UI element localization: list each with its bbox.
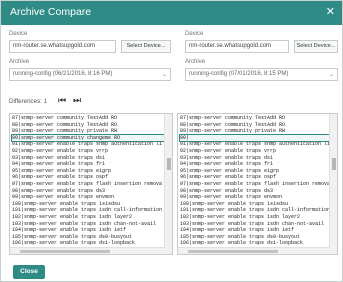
left-hscroll-thumb[interactable] — [20, 250, 110, 253]
code-line: 102|snmp-server enable traps isdn layer2 — [180, 213, 301, 220]
diff-line-highlighted: 90| — [179, 133, 330, 143]
code-line: 102|snmp-server enable traps isdn layer2 — [12, 213, 133, 220]
code-line: 91|snmp-server enable traps snmp authent… — [12, 141, 163, 148]
code-line: 99|snmp-server enable traps envmon — [180, 194, 283, 201]
dialog-title: Archive Compare — [10, 6, 92, 18]
code-line: 100|snmp-server enable traps isisdsu — [12, 200, 121, 207]
code-line: 96|snmp-server enable traps ospf — [180, 174, 277, 181]
right-code-lines: 87|snmp-server community TestAdd RO 88|sn… — [179, 115, 330, 247]
next-difference-icon[interactable]: ⏭ — [73, 95, 81, 106]
code-line: 97|snmp-server enable traps flash insert… — [12, 180, 163, 187]
close-icon[interactable]: ✕ — [326, 5, 335, 18]
chevron-down-icon: ⌄ — [161, 72, 167, 78]
right-archive-value: running-config (07/01/2016, 8:15 PM) — [189, 71, 289, 77]
code-line: 92|snmp-server enable traps vrrp — [180, 147, 277, 154]
code-line: 101|snmp-server enable traps isdn call-i… — [180, 207, 329, 214]
code-line: 93|snmp-server enable traps ds1 — [180, 154, 274, 161]
code-line: 104|snmp-server enable traps isdn ietf — [12, 227, 127, 234]
right-diff-pane[interactable]: 87|snmp-server community TestAdd RO 88|sn… — [177, 113, 338, 255]
left-archive-label: Archive — [9, 59, 30, 65]
left-select-device-button[interactable]: Select Device... — [121, 40, 171, 53]
code-line: 94|snmp-server enable traps fr1 — [180, 161, 274, 168]
code-line: 99|snmp-server enable traps envmon — [12, 194, 115, 201]
archive-compare-dialog: Archive Compare ✕ Device nm-router.se.wh… — [0, 0, 343, 282]
right-device-field[interactable]: nm-router.se.whatsupgold.com — [185, 40, 289, 53]
right-device-label: Device — [185, 31, 204, 37]
code-line: 87|snmp-server community TestAdd RO — [12, 115, 118, 121]
code-line: 103|snmp-server enable traps isdn chan-n… — [180, 220, 325, 227]
left-scroll-thumb[interactable] — [167, 158, 171, 170]
code-line: 95|snmp-server enable traps eigrp — [180, 167, 280, 174]
code-line: 87|snmp-server community TestAdd RO — [180, 115, 286, 121]
differences-count: Differences: 1 — [9, 98, 48, 105]
diff-line-highlighted: 90|snmp-server community changeme RO — [11, 133, 165, 143]
code-line: 97|snmp-server enable traps flash insert… — [180, 180, 329, 187]
code-line: 93|snmp-server enable traps ds1 — [12, 154, 106, 161]
right-vertical-scrollbar[interactable] — [329, 114, 337, 254]
code-line: 94|snmp-server enable traps fr1 — [12, 161, 106, 168]
left-diff-pane[interactable]: 87|snmp-server community TestAdd RO 88|sn… — [9, 113, 173, 255]
first-difference-icon[interactable]: ⏮ — [58, 95, 66, 106]
code-line: 88|snmp-server community TestAdd RO — [180, 121, 286, 128]
left-code-lines: 87|snmp-server community TestAdd RO 88|sn… — [11, 115, 165, 247]
code-line: 106|snmp-server enable traps ds1-loopbac… — [180, 240, 304, 247]
code-line: 105|snmp-server enable traps ds0-busyout — [12, 233, 133, 240]
left-device-label: Device — [9, 31, 28, 37]
code-line: 106|snmp-server enable traps ds1-loopbac… — [12, 240, 136, 247]
code-line: 88|snmp-server community TestAdd RO — [12, 121, 118, 128]
left-archive-select[interactable]: running-config (06/21/2016, 8:16 PM) ⌄ — [9, 68, 171, 81]
code-line: 96|snmp-server enable traps ospf — [12, 174, 109, 181]
code-line: 89|snmp-server community private RW — [180, 128, 286, 135]
code-line: 92|snmp-server enable traps vrrp — [12, 147, 109, 154]
code-line: 101|snmp-server enable traps isdn call-i… — [12, 207, 163, 214]
dialog-titlebar: Archive Compare ✕ — [1, 1, 342, 25]
code-line: 105|snmp-server enable traps ds0-busyout — [180, 233, 301, 240]
code-line: 104|snmp-server enable traps isdn ietf — [180, 227, 295, 234]
left-horizontal-scrollbar[interactable] — [10, 247, 165, 254]
code-line: 98|snmp-server enable traps ds3 — [12, 187, 106, 194]
left-vertical-scrollbar[interactable] — [164, 114, 172, 254]
code-line: 89|snmp-server community private RW — [12, 128, 118, 135]
right-select-device-button[interactable]: Select Device... — [294, 40, 338, 53]
right-hscroll-thumb[interactable] — [188, 250, 278, 253]
close-button[interactable]: Close — [13, 265, 45, 279]
code-line: 100|snmp-server enable traps isisdsu — [180, 200, 289, 207]
code-line: 98|snmp-server enable traps ds3 — [180, 187, 274, 194]
code-line: 95|snmp-server enable traps eigrp — [12, 167, 112, 174]
right-scroll-thumb[interactable] — [332, 158, 336, 170]
right-archive-select[interactable]: running-config (07/01/2016, 8:15 PM) ⌄ — [185, 68, 338, 81]
left-device-field[interactable]: nm-router.se.whatsupgold.com — [9, 40, 116, 53]
right-horizontal-scrollbar[interactable] — [178, 247, 330, 254]
code-line: 91|snmp-server enable traps snmp authent… — [180, 141, 329, 148]
code-line: 103|snmp-server enable traps isdn chan-n… — [12, 220, 157, 227]
chevron-down-icon: ⌄ — [328, 72, 334, 78]
left-archive-value: running-config (06/21/2016, 8:16 PM) — [13, 71, 113, 77]
right-archive-label: Archive — [185, 59, 206, 65]
